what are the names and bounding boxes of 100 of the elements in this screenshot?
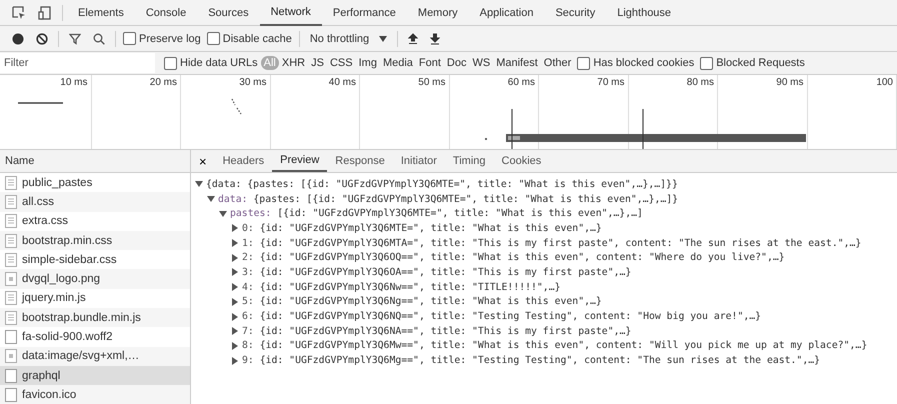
image-file-icon bbox=[5, 272, 17, 286]
request-row[interactable]: favicon.ico bbox=[0, 385, 190, 404]
detail-tab[interactable]: Timing bbox=[444, 150, 494, 172]
json-line: 4: {id: "UGFzdGVPYmplY3Q6Nw==", title: "TITLE!!!!!",…} bbox=[242, 282, 561, 293]
device-toolbar-icon[interactable] bbox=[38, 6, 52, 20]
file-icon bbox=[5, 330, 17, 344]
checkbox-label: Preserve log bbox=[139, 32, 201, 44]
expand-triangle-icon[interactable] bbox=[231, 239, 239, 248]
type-filter-button[interactable]: JS bbox=[308, 56, 327, 70]
dropdown-caret-icon[interactable] bbox=[379, 36, 388, 42]
expand-triangle-icon[interactable] bbox=[231, 254, 239, 262]
close-button[interactable]: × bbox=[191, 154, 215, 168]
json-line: 2: {id: "UGFzdGVPYmplY3Q6OQ==", title: "What is this even", content: "Where do you live?",…} bbox=[242, 252, 785, 264]
detail-tab[interactable]: Preview bbox=[272, 150, 328, 172]
request-row[interactable]: graphql bbox=[0, 366, 190, 386]
expand-triangle-icon[interactable] bbox=[195, 180, 203, 188]
column-header[interactable]: Name bbox=[0, 150, 190, 173]
document-icon bbox=[5, 194, 17, 209]
file-icon bbox=[5, 388, 17, 402]
expand-triangle-icon[interactable] bbox=[231, 224, 239, 232]
inspect-element-icon[interactable] bbox=[12, 6, 26, 20]
request-row[interactable]: fa-solid-900.woff2 bbox=[0, 327, 190, 347]
filter-icon[interactable] bbox=[69, 32, 81, 44]
request-row[interactable]: jquery.min.js bbox=[0, 288, 190, 308]
request-row[interactable]: extra.css bbox=[0, 212, 190, 231]
upload-icon[interactable] bbox=[408, 32, 418, 44]
type-filter-button[interactable]: Font bbox=[416, 56, 444, 70]
expand-triangle-icon[interactable] bbox=[231, 342, 239, 350]
throttling-dropdown[interactable]: No throttling bbox=[310, 32, 370, 44]
detail-tab[interactable]: Cookies bbox=[494, 150, 550, 172]
type-filter-button[interactable]: Media bbox=[380, 56, 416, 70]
json-line: 7: {id: "UGFzdGVPYmplY3Q6NA==", title: "This is my first paste",…} bbox=[242, 326, 632, 337]
document-icon bbox=[5, 291, 17, 306]
json-line: 1: {id: "UGFzdGVPYmplY3Q6MTA=", title: "This is my first paste", content: "The sun rises at the east.",…} bbox=[242, 238, 862, 249]
type-filter-button[interactable]: Manifest bbox=[493, 56, 541, 70]
time-tick-label: 90 ms bbox=[776, 77, 804, 88]
document-icon bbox=[5, 176, 17, 190]
expand-triangle-icon[interactable] bbox=[231, 356, 239, 365]
json-line: data: {pastes: [{id: "UGFzdGVPYmplY3Q6MTE=", title: "What is this even",…},…]} bbox=[218, 194, 678, 205]
checkbox-label: Hide data URLs bbox=[180, 57, 258, 69]
expand-triangle-icon[interactable] bbox=[231, 312, 239, 321]
panel-tab[interactable]: Application bbox=[468, 0, 544, 26]
json-line: 8: {id: "UGFzdGVPYmplY3Q6Mw==", title: "What is this even", content: "Will you pick me up at my place?",…} bbox=[242, 340, 868, 352]
filter-field[interactable]: Filter bbox=[0, 53, 155, 73]
document-icon bbox=[5, 214, 17, 228]
type-filter-button[interactable]: Other bbox=[540, 56, 574, 70]
detail-tab[interactable]: Initiator bbox=[392, 150, 445, 172]
checkbox[interactable] bbox=[700, 56, 714, 70]
json-line: {data: {pastes: [{id: "UGFzdGVPYmplY3Q6MTE=", title: "What is this even",…},…]}} bbox=[206, 178, 678, 190]
image-file-icon bbox=[5, 349, 17, 364]
expand-triangle-icon[interactable] bbox=[231, 268, 239, 276]
time-tick-label: 100 bbox=[876, 77, 893, 88]
search-icon[interactable] bbox=[93, 32, 105, 44]
panel-tab[interactable]: Elements bbox=[67, 0, 135, 26]
checkbox[interactable] bbox=[206, 32, 220, 45]
type-filter-button[interactable]: Img bbox=[356, 56, 380, 70]
request-row[interactable]: dvgql_logo.png bbox=[0, 269, 190, 289]
type-filter-button[interactable]: XHR bbox=[278, 56, 308, 70]
json-line: 6: {id: "UGFzdGVPYmplY3Q6NQ==", title: "Testing Testing", content: "How big you are!",…} bbox=[242, 311, 762, 322]
request-row[interactable]: public_pastes bbox=[0, 173, 190, 192]
checkbox-label: Disable cache bbox=[222, 32, 292, 44]
panel-tab[interactable]: Security bbox=[544, 0, 606, 26]
detail-tab[interactable]: Response bbox=[327, 150, 393, 172]
checkbox-label: Blocked Requests bbox=[716, 57, 805, 69]
record-icon[interactable] bbox=[12, 32, 24, 44]
expand-triangle-icon[interactable] bbox=[207, 195, 215, 204]
time-tick-label: 20 ms bbox=[150, 77, 177, 88]
type-filter-button[interactable]: CSS bbox=[326, 56, 356, 70]
panel-tab[interactable]: Performance bbox=[322, 0, 407, 26]
request-row[interactable]: simple-sidebar.css bbox=[0, 250, 190, 270]
detail-tab[interactable]: Headers bbox=[214, 150, 272, 172]
time-tick-label: 80 ms bbox=[686, 77, 714, 88]
request-row[interactable]: bootstrap.bundle.min.js bbox=[0, 308, 190, 328]
checkbox[interactable] bbox=[123, 32, 136, 45]
expand-triangle-icon[interactable] bbox=[231, 327, 239, 336]
json-line: 3: {id: "UGFzdGVPYmplY3Q6OA==", title: "This is my first paste",…} bbox=[242, 266, 632, 278]
time-tick-label: 70 ms bbox=[597, 77, 624, 88]
json-line: pastes: [{id: "UGFzdGVPYmplY3Q6MTE=", title: "What is this even",…},…] bbox=[230, 208, 643, 220]
json-line: 9: {id: "UGFzdGVPYmplY3Q6Mg==", title: "Testing Testing", content: "The sun rises at the east.",…} bbox=[242, 355, 820, 366]
expand-triangle-icon[interactable] bbox=[219, 210, 227, 218]
request-row[interactable]: all.css bbox=[0, 192, 190, 212]
checkbox[interactable] bbox=[164, 56, 177, 70]
expand-triangle-icon[interactable] bbox=[231, 298, 239, 306]
clear-icon[interactable] bbox=[36, 32, 48, 44]
checkbox[interactable] bbox=[577, 56, 590, 70]
type-filter-button[interactable]: Doc bbox=[444, 56, 470, 70]
panel-tab[interactable]: Lighthouse bbox=[606, 0, 682, 26]
panel-tab[interactable]: Console bbox=[134, 0, 198, 26]
panel-tab[interactable]: Sources bbox=[197, 0, 260, 26]
document-icon bbox=[5, 310, 17, 325]
type-filter-button[interactable]: WS bbox=[469, 56, 494, 70]
request-row[interactable]: data:image/svg+xml,… bbox=[0, 346, 190, 366]
request-row[interactable]: bootstrap.min.css bbox=[0, 230, 190, 250]
expand-triangle-icon[interactable] bbox=[231, 283, 239, 292]
checkbox-label: Has blocked cookies bbox=[593, 57, 694, 69]
document-icon bbox=[5, 252, 17, 267]
download-icon[interactable] bbox=[430, 32, 440, 44]
time-tick-label: 10 ms bbox=[60, 77, 88, 88]
file-icon bbox=[5, 368, 17, 383]
panel-tab[interactable]: Memory bbox=[406, 0, 469, 26]
